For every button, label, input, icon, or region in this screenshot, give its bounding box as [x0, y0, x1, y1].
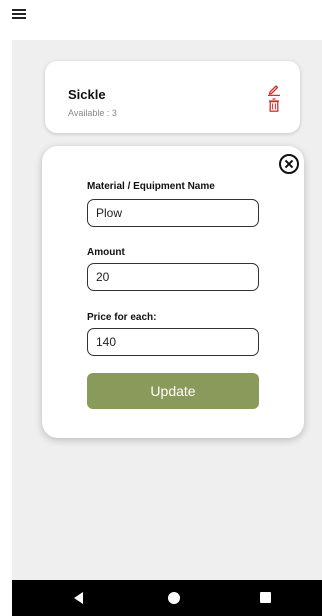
- update-button[interactable]: Update: [87, 373, 259, 409]
- back-icon[interactable]: [74, 592, 83, 604]
- system-nav-bar: [12, 580, 322, 616]
- top-bar: [0, 0, 322, 40]
- close-icon[interactable]: [279, 154, 299, 174]
- trash-icon[interactable]: [268, 98, 280, 112]
- recents-icon[interactable]: [260, 592, 271, 603]
- edit-item-form: Material / Equipment Name Amount Price f…: [42, 146, 304, 438]
- pencil-icon[interactable]: [267, 82, 281, 96]
- name-field-label: Material / Equipment Name: [87, 181, 215, 192]
- hamburger-icon[interactable]: [12, 9, 26, 19]
- home-icon[interactable]: [168, 592, 180, 604]
- item-name: Sickle: [68, 87, 106, 102]
- price-field[interactable]: [87, 328, 259, 356]
- amount-field-label: Amount: [87, 247, 125, 258]
- item-availability: Available : 3: [68, 108, 117, 118]
- name-field[interactable]: [87, 199, 259, 227]
- price-field-label: Price for each:: [87, 312, 157, 323]
- amount-field[interactable]: [87, 263, 259, 291]
- list-item: Sickle Available : 3: [45, 61, 300, 133]
